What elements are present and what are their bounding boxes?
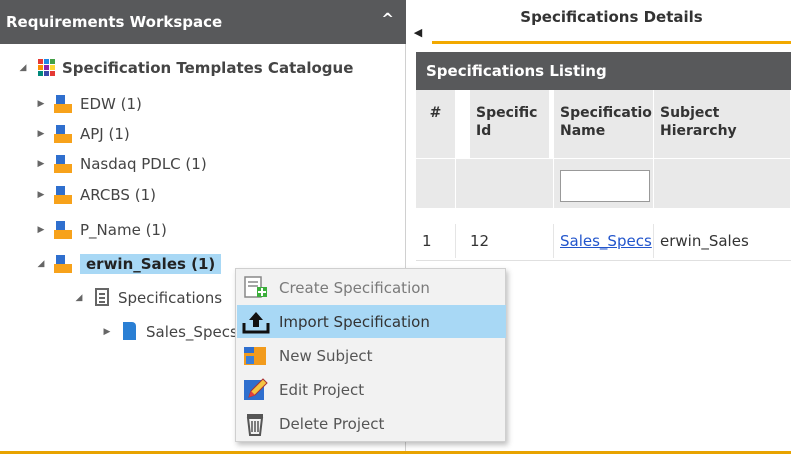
create-spec-icon xyxy=(241,275,271,301)
tree-item-project[interactable]: ▶ Nasdaq PDLC (1) xyxy=(34,150,207,178)
tree-item-project[interactable]: ▶ ARCBS (1) xyxy=(34,181,156,209)
project-icon xyxy=(54,254,74,274)
menu-item-edit-project[interactable]: Edit Project xyxy=(237,373,506,406)
menu-item-label: Create Specification xyxy=(279,278,430,297)
row-divider xyxy=(416,260,791,261)
tree-item-label: EDW (1) xyxy=(80,95,142,113)
menu-item-new-subject[interactable]: New Subject xyxy=(237,339,506,372)
filter-cell xyxy=(416,158,456,208)
expand-right-icon[interactable]: ▶ xyxy=(34,129,48,139)
expand-down-icon[interactable]: ◢ xyxy=(16,63,30,73)
tab-specifications-details[interactable]: Specifications Details xyxy=(432,0,791,44)
column-header[interactable]: Subject Hierarchy xyxy=(654,90,791,158)
document-icon xyxy=(92,288,112,308)
workspace-header: Requirements Workspace ^ xyxy=(0,0,406,44)
collapse-left-icon[interactable]: ◀ xyxy=(408,20,428,44)
project-icon xyxy=(54,94,74,114)
menu-item-delete-project[interactable]: Delete Project xyxy=(237,407,506,440)
listing-header: Specifications Listing xyxy=(416,52,791,90)
tree-item-project[interactable]: ▶ P_Name (1) xyxy=(34,216,167,244)
catalogue-icon xyxy=(36,58,56,78)
context-menu: Create Specification Import Specificatio… xyxy=(235,268,506,442)
name-filter-input[interactable] xyxy=(560,170,650,202)
tree-item-selected-project[interactable]: ◢ erwin_Sales (1) xyxy=(34,250,222,278)
expand-right-icon[interactable]: ▶ xyxy=(34,159,48,169)
menu-item-label: Edit Project xyxy=(279,380,365,399)
workspace-title: Requirements Workspace xyxy=(6,13,223,31)
tree-root[interactable]: ◢ Specification Templates Catalogue xyxy=(16,54,353,82)
column-header[interactable]: Specific Id xyxy=(470,90,550,158)
listing-title: Specifications Listing xyxy=(426,62,607,80)
tree-item-specifications-folder[interactable]: ◢ Specifications xyxy=(72,284,222,312)
filter-cell xyxy=(654,158,791,208)
tree-root-label: Specification Templates Catalogue xyxy=(62,59,354,77)
column-header[interactable]: # xyxy=(416,90,456,158)
spec-label: Sales_Specs xyxy=(146,323,238,341)
spec-name-link[interactable]: Sales_Specs xyxy=(554,224,654,258)
project-icon xyxy=(54,185,74,205)
tree-item-label: APJ (1) xyxy=(80,125,130,143)
file-icon xyxy=(120,322,140,342)
project-icon xyxy=(54,124,74,144)
tree-item-project[interactable]: ▶ APJ (1) xyxy=(34,120,130,148)
import-icon xyxy=(241,309,271,335)
expand-right-icon[interactable]: ▶ xyxy=(100,327,114,337)
subject-icon xyxy=(241,343,271,369)
menu-item-create-specification[interactable]: Create Specification xyxy=(237,271,506,304)
menu-item-label: New Subject xyxy=(279,346,373,365)
spec-name-link-text[interactable]: Sales_Specs xyxy=(560,232,652,250)
tree-item-project[interactable]: ▶ EDW (1) xyxy=(34,90,142,118)
spec-id-cell: 12 xyxy=(456,224,554,258)
selected-project-label: erwin_Sales (1) xyxy=(80,254,222,274)
menu-item-label: Delete Project xyxy=(279,414,385,433)
expand-right-icon[interactable]: ▶ xyxy=(34,225,48,235)
row-number: 1 xyxy=(416,224,456,258)
tab-label: Specifications Details xyxy=(520,8,703,26)
expand-right-icon[interactable]: ▶ xyxy=(34,190,48,200)
project-icon xyxy=(54,154,74,174)
trash-icon xyxy=(241,411,271,437)
subject-cell: erwin_Sales xyxy=(660,232,749,250)
expand-down-icon[interactable]: ◢ xyxy=(34,259,48,269)
expand-down-icon[interactable]: ◢ xyxy=(72,293,86,303)
filter-cell xyxy=(456,158,554,208)
tree-item-label: P_Name (1) xyxy=(80,221,167,239)
collapse-up-icon[interactable]: ^ xyxy=(381,10,394,28)
menu-item-import-specification[interactable]: Import Specification xyxy=(237,305,506,338)
tree-item-spec[interactable]: ▶ Sales_Specs xyxy=(100,318,238,346)
menu-item-label: Import Specification xyxy=(279,312,430,331)
tree-item-label: Nasdaq PDLC (1) xyxy=(80,155,207,173)
tree-item-label: ARCBS (1) xyxy=(80,186,156,204)
expand-right-icon[interactable]: ▶ xyxy=(34,99,48,109)
edit-icon xyxy=(241,377,271,403)
column-header[interactable]: Specificatio Name xyxy=(554,90,654,158)
project-icon xyxy=(54,220,74,240)
folder-label: Specifications xyxy=(118,289,223,307)
